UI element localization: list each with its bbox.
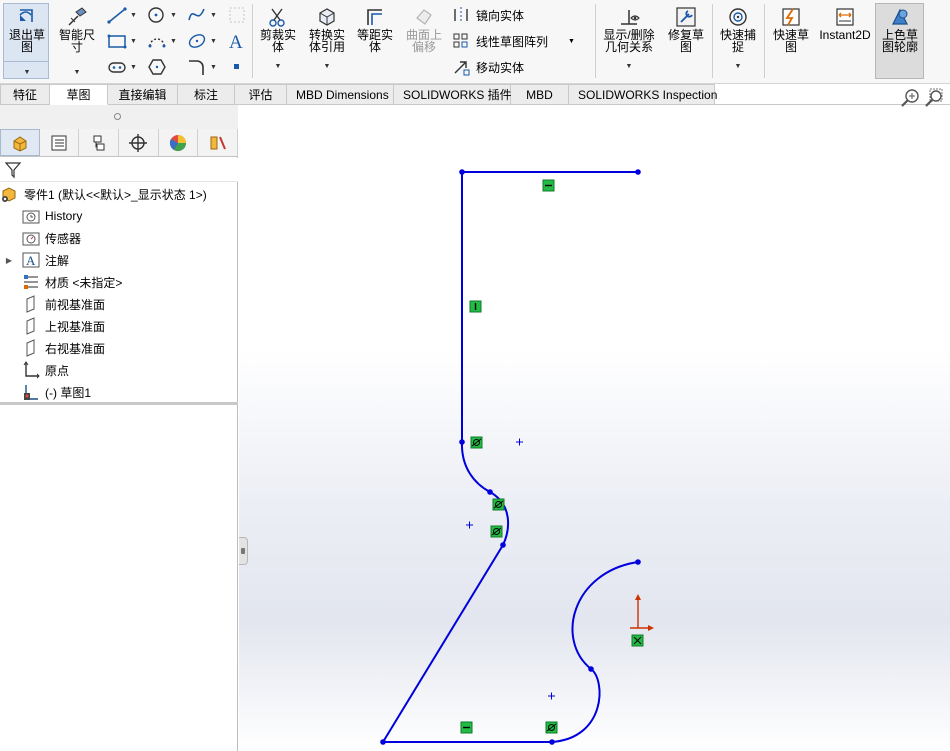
sketch-endpoint[interactable] [549, 739, 555, 745]
sketch-origin-icon[interactable] [630, 594, 654, 631]
arc-center-marker[interactable] [548, 692, 555, 700]
arc-center-marker[interactable] [466, 521, 473, 529]
sketch-endpoint[interactable] [635, 169, 641, 175]
relation-tangent-glyph[interactable] [492, 498, 505, 511]
relation-horizontal-glyph[interactable] [460, 721, 473, 734]
relation-tangent-glyph[interactable] [470, 436, 483, 449]
sketch-endpoint[interactable] [588, 666, 594, 672]
relation-vertical-glyph[interactable] [469, 300, 482, 313]
arc-center-marker[interactable] [516, 438, 523, 446]
sketch-semicircle-arc[interactable] [571, 561, 639, 670]
sketch-upper-arc[interactable] [460, 441, 491, 493]
sketch-diagonal-line[interactable] [382, 544, 504, 743]
relation-tangent-glyph[interactable] [545, 721, 558, 734]
sketch-endpoint[interactable] [500, 542, 506, 548]
sketch-endpoint[interactable] [487, 489, 493, 495]
sketch-endpoint[interactable] [459, 169, 465, 175]
sketch-canvas [380, 169, 654, 745]
relation-coincident-glyph[interactable] [631, 634, 644, 647]
relation-horizontal-glyph[interactable] [542, 179, 555, 192]
sketch-endpoint[interactable] [635, 559, 641, 565]
relation-tangent-glyph[interactable] [490, 525, 503, 538]
sketch-lower-right-arc[interactable] [551, 668, 601, 743]
sketch-endpoint[interactable] [459, 439, 465, 445]
sketch-endpoint[interactable] [380, 739, 386, 745]
